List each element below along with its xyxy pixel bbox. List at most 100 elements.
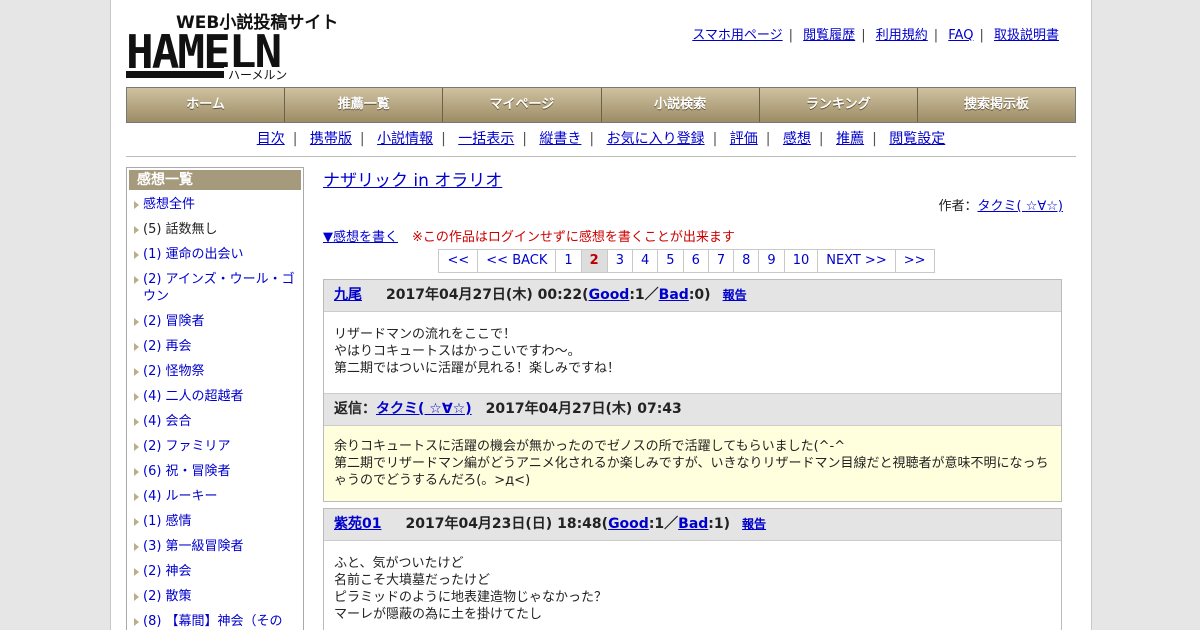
sidebar-item-link[interactable]: (2) 神会 [143,564,192,579]
page-current: 2 [580,249,608,273]
svg-text:ハーメルン: ハーメルン [228,68,287,80]
link-faq[interactable]: FAQ [948,28,973,43]
comment-line: リザードマンの流れをここで！ [334,327,517,342]
bad-link[interactable]: Bad [678,516,708,532]
separator: | [872,131,877,147]
sidebar-item-link[interactable]: (2) 冒険者 [143,314,205,329]
subnav-toc[interactable]: 目次 [257,131,285,147]
comment-date: 2017年04月23日(日) 18:48 [405,516,602,532]
subnav-settings[interactable]: 閲覧設定 [889,131,945,147]
sidebar-item: (2) 散策 [131,584,303,609]
novel-title-link[interactable]: ナザリック in オラリオ [323,171,502,191]
comment-line: ふと、気がついたけど [334,556,464,571]
sidebar-item: (1) 感情 [131,509,303,534]
page-link[interactable]: 5 [657,249,684,273]
sidebar-item-link[interactable]: (8) 【幕間】神会（その2） [143,614,283,630]
separator: | [818,131,824,147]
link-smartphone[interactable]: スマホ用ページ [692,28,782,43]
write-comment-link[interactable]: ▼感想を書く [323,230,398,245]
separator: | [441,131,446,147]
page-link[interactable]: 9 [758,249,785,273]
sidebar-item-link[interactable]: (4) 二人の超越者 [143,389,244,404]
bad-link[interactable]: Bad [659,287,689,303]
sidebar-item: 感想全件 [131,192,303,217]
report-link[interactable]: 報告 [723,288,747,302]
sidebar-item: (2) 怪物祭 [131,359,303,384]
sub-nav: 目次 | 携帯版 | 小説情報 | 一括表示 | 縦書き | お気に入り登録 | 評価 | 感… [126,128,1076,148]
report-link[interactable]: 報告 [742,517,766,531]
page-link[interactable]: 1 [555,249,582,273]
separator: | [979,28,984,43]
main-content: ナザリック in オラリオ 作者：タクミ( ☆∀☆) ▼感想を書く ※この作品はロ… [323,166,1063,630]
sidebar-item-link[interactable]: (2) 散策 [143,589,192,604]
subnav-all[interactable]: 一括表示 [458,131,514,147]
sidebar-item: (3) 第一級冒険者 [131,534,303,559]
comment: 紫苑01 2017年04月23日(日) 18:48(Good:1／Bad:1) 報告… [323,508,1062,630]
reply-author-link[interactable]: タクミ( ☆∀☆) [376,401,472,417]
subnav-vertical[interactable]: 縦書き [539,131,581,147]
divider [126,156,1076,157]
page-link[interactable]: 7 [707,249,735,273]
separator: | [788,28,794,43]
good-link[interactable]: Good [589,287,630,303]
sidebar-item-link[interactable]: (1) 感情 [143,514,192,529]
sidebar-item-link[interactable]: (2) アインズ・ウール・ゴウン [143,272,295,304]
main-nav: ホーム 推薦一覧 マイページ 小説検索 ランキング 捜索掲示板 [126,87,1076,123]
subnav-recommend[interactable]: 推薦 [836,131,864,147]
nav-search[interactable]: 小説検索 [602,88,760,122]
sidebar-item: (2) 再会 [131,334,303,359]
commenter-name[interactable]: 九尾 [334,287,362,303]
sidebar-item-link[interactable]: (4) ルーキー [143,489,218,504]
nav-recommend[interactable]: 推薦一覧 [285,88,444,122]
reply-line: 第二期でリザードマン編がどうアニメ化されるか楽しみですが、いきなりリザードマン目… [334,456,1049,488]
good-link[interactable]: Good [608,516,649,532]
link-manual[interactable]: 取扱説明書 [994,28,1059,43]
page-link[interactable]: 3 [606,249,633,273]
sidebar-item-link[interactable]: (4) 会合 [143,414,192,429]
separator: | [933,28,939,43]
novel-title: ナザリック in オラリオ [323,166,1063,191]
page-link[interactable]: NEXT >> [817,249,896,273]
page-link[interactable]: << BACK [477,249,557,273]
sidebar-item-link[interactable]: (1) 運命の出会い [143,247,244,262]
hameln-logo[interactable]: WEB小説投稿サイト HAMELN ハーメルン [126,10,346,82]
bad-count: :0) [688,287,711,303]
subnav-rating[interactable]: 評価 [730,131,758,147]
comment-line: マーレが隠蔽の為に土を掛けてたし [334,607,543,622]
sidebar-item-link[interactable]: (2) 再会 [143,339,192,354]
comment-date: 2017年04月27日(木) 00:22 [386,287,583,303]
link-terms[interactable]: 利用規約 [876,28,928,43]
sidebar-item-link[interactable]: (6) 祝・冒険者 [143,464,231,479]
subnav-comments[interactable]: 感想 [783,131,811,147]
sidebar-item: (2) ファミリア [131,434,303,459]
author-label: 作者： [938,199,978,214]
nav-board[interactable]: 捜索掲示板 [918,88,1075,122]
sidebar-item-link[interactable]: 感想全件 [143,197,195,212]
page-link[interactable]: << [438,249,479,273]
separator: | [522,131,527,147]
sidebar-item: (2) 冒険者 [131,309,303,334]
sidebar-item: (8) 【幕間】神会（その2） [131,609,303,630]
page-link[interactable]: 6 [682,249,709,273]
commenter-name[interactable]: 紫苑01 [334,516,381,532]
subnav-mobile[interactable]: 携帯版 [310,131,352,147]
sidebar-item-link[interactable]: (2) ファミリア [143,439,231,454]
pagination: << << BACK 1 2 3 4 5 6 7 8 9 10 NEXT >> >> [311,249,1063,273]
sidebar-item-link[interactable]: (2) 怪物祭 [143,364,205,379]
comment-line: 第二期ではついに活躍が見れる！楽しみですね！ [334,361,621,376]
page-link[interactable]: >> [894,249,935,273]
page-link[interactable]: 10 [783,249,819,273]
sidebar-item-link[interactable]: (3) 第一級冒険者 [143,539,244,554]
page-link[interactable]: 8 [733,249,760,273]
page-link[interactable]: 4 [632,249,659,273]
subnav-info[interactable]: 小説情報 [377,131,433,147]
nav-home[interactable]: ホーム [127,88,286,122]
author-link[interactable]: タクミ( ☆∀☆) [978,199,1063,214]
subnav-favorite[interactable]: お気に入り登録 [607,131,705,147]
nav-ranking[interactable]: ランキング [760,88,918,122]
nav-mypage[interactable]: マイページ [443,88,602,122]
link-history[interactable]: 閲覧履歴 [803,28,855,43]
sidebar-list: 感想全件 (5) 話数無し (1) 運命の出会い (2) アインズ・ウール・ゴウン (2… [127,192,303,630]
comment-header: 九尾 2017年04月27日(木) 00:22(Good:1／Bad:0) 報告 [324,280,1061,311]
separator: | [712,131,718,147]
